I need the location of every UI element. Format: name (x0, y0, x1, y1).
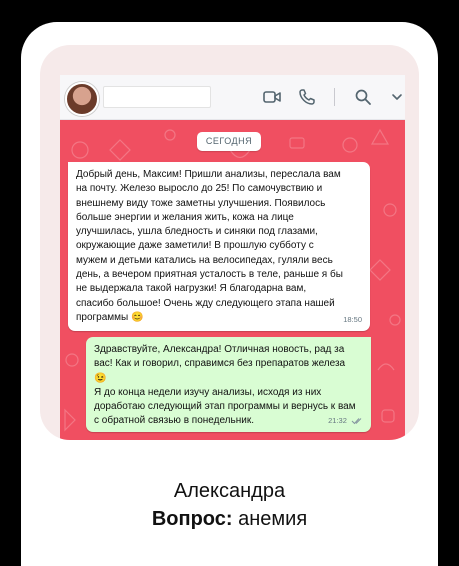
outgoing-message[interactable]: Здравствуйте, Александра! Отличная новос… (86, 337, 371, 432)
chevron-down-icon[interactable] (387, 87, 407, 107)
question-value: анемия (232, 508, 308, 530)
chat-window: СЕГОДНЯ Добрый день, Максим! Пришли анал… (40, 45, 419, 440)
incoming-message[interactable]: Добрый день, Максим! Пришли анализы, пер… (68, 162, 370, 331)
phone-call-icon[interactable] (297, 87, 317, 107)
double-check-icon (351, 417, 362, 425)
video-call-icon[interactable] (262, 87, 282, 107)
message-text: Здравствуйте, Александра! Отличная новос… (94, 344, 356, 427)
contact-name-redacted[interactable] (103, 86, 211, 108)
question-label: Вопрос: (151, 508, 233, 530)
avatar[interactable] (65, 82, 99, 116)
date-separator: СЕГОДНЯ (197, 132, 261, 151)
message-time: 21:32 (328, 414, 363, 428)
header-divider (334, 88, 335, 106)
message-time: 18:50 (343, 314, 362, 324)
chat-area: СЕГОДНЯ Добрый день, Максим! Пришли анал… (60, 120, 405, 440)
search-icon[interactable] (353, 87, 373, 107)
chat-header (60, 75, 405, 120)
message-text: Добрый день, Максим! Пришли анализы, пер… (76, 169, 343, 323)
author-name: Александра (173, 480, 286, 502)
question-line: Вопрос: анемия (0, 508, 459, 531)
message-time-value: 21:32 (328, 415, 347, 425)
